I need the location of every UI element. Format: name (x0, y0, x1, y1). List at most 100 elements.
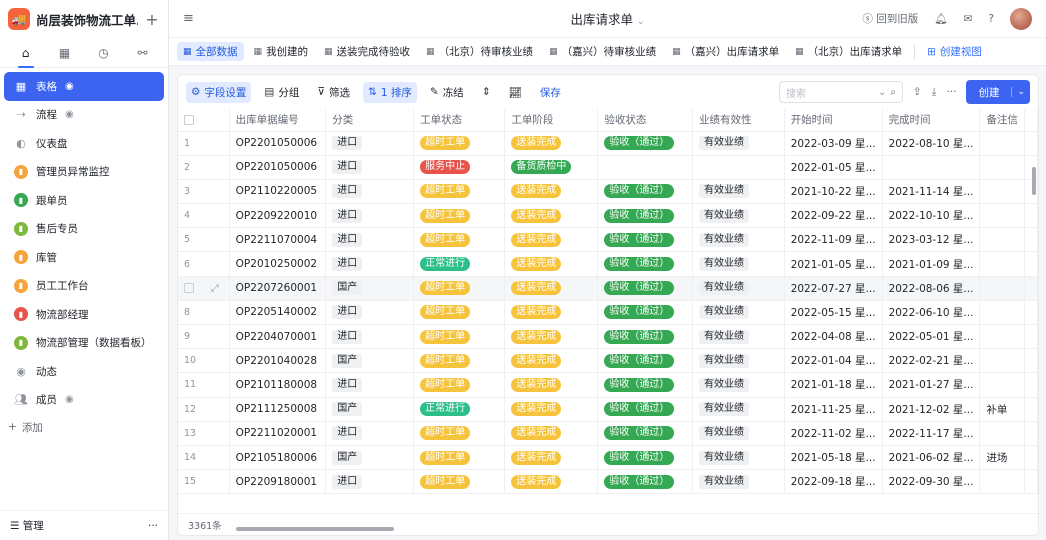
table-row[interactable]: 10 OP2201040028 国产 超时工单 送装完成 验收（通过） 有效业绩 2022-0… (178, 348, 1038, 374)
table-row[interactable]: 5 OP2211070004 进口 超时工单 送装完成 验收（通过） 有效业绩 2022-11… (178, 227, 1038, 253)
acceptance-cell[interactable]: 验收（通过） (597, 348, 693, 374)
table-row[interactable]: 4 OP2209220010 进口 超时工单 送装完成 验收（通过） 有效业绩 2022-09… (178, 203, 1038, 229)
note-cell[interactable] (979, 179, 1025, 205)
status-cell[interactable]: 正常进行 (413, 251, 506, 277)
validity-cell[interactable]: 有效业绩 (692, 469, 785, 495)
manage-button[interactable]: ☰ 管理 (10, 518, 44, 533)
sidebar-item-1[interactable]: ⇢ 流程 ◉ (4, 101, 164, 130)
order-number-cell[interactable]: OP2105180006 (229, 445, 327, 471)
category-cell[interactable]: 进口 (325, 300, 415, 326)
start-time-cell[interactable]: 2022-05-15 星... (784, 300, 883, 326)
download-icon[interactable]: ⤓ (932, 86, 937, 99)
order-number-cell[interactable]: OP2211020001 (229, 421, 327, 446)
acceptance-cell[interactable]: 验收（通过） (597, 276, 693, 301)
order-number-cell[interactable]: OP2201050006 (229, 155, 327, 180)
app-title[interactable]: 尚层装饰物流工单... (36, 10, 138, 29)
note-cell[interactable] (979, 300, 1025, 326)
table-row[interactable]: 15 OP2209180001 进口 超时工单 送装完成 验收（通过） 有效业绩 2022-0… (178, 469, 1038, 495)
checkbox[interactable] (184, 114, 194, 125)
note-cell[interactable] (979, 276, 1025, 301)
validity-cell[interactable]: 有效业绩 (692, 203, 785, 229)
acceptance-cell[interactable] (597, 155, 693, 180)
sidebar-item-8[interactable]: ▮ 物流部经理 (4, 300, 164, 329)
stage-cell[interactable]: 备货质检中 (504, 155, 599, 180)
view-tab-1[interactable]: ▦ 我创建的 (248, 42, 315, 61)
start-time-cell[interactable]: 2022-09-22 星... (784, 203, 883, 229)
status-cell[interactable]: 超时工单 (413, 203, 506, 229)
create-button[interactable]: 创建 ⌄ (966, 80, 1030, 104)
inbox-icon[interactable]: ✉︎ (964, 13, 973, 25)
add-button[interactable]: + 添加 (0, 414, 168, 440)
start-time-cell[interactable]: 2022-01-04 星... (784, 348, 883, 374)
order-number-cell[interactable]: OP2101180008 (229, 372, 327, 398)
table-row[interactable]: 12 OP2111250008 国产 正常进行 送装完成 验收（通过） 有效业绩 2021-1… (178, 397, 1038, 422)
view-tab-6[interactable]: ▦ （北京）出库请求单 (789, 42, 908, 61)
table-row[interactable]: ⤢ OP2207260001 国产 超时工单 送装完成 验收（通过） 有效业绩 2022-07… (178, 276, 1038, 301)
status-cell[interactable]: 超时工单 (413, 421, 506, 446)
validity-cell[interactable]: 有效业绩 (692, 421, 785, 446)
view-tab-0[interactable]: ▦ 全部数据 (177, 42, 244, 61)
column-header[interactable]: 完成时间 (882, 109, 981, 132)
category-cell[interactable]: 进口 (325, 131, 415, 156)
chart-icon[interactable]: 📈︎ (504, 83, 527, 102)
view-tab-4[interactable]: ▦ （嘉兴）待审核业绩 (543, 42, 662, 61)
table-row[interactable]: 9 OP2204070001 进口 超时工单 送装完成 验收（通过） 有效业绩 2022-04… (178, 324, 1038, 350)
end-time-cell[interactable]: 2022-05-01 星... (882, 324, 981, 350)
link-icon[interactable]: ⚯ (128, 41, 158, 65)
column-header[interactable]: 业绩有效性 (692, 109, 785, 132)
field-settings-button[interactable]: ⚙ 字段设置 (186, 81, 252, 103)
end-time-cell[interactable]: 2021-01-09 星... (882, 251, 981, 277)
status-cell[interactable]: 服务中止 (413, 155, 506, 180)
create-view-button[interactable]: ⊞ 创建视图 (921, 42, 988, 61)
end-time-cell[interactable]: 2022-02-21 星... (882, 348, 981, 374)
category-cell[interactable]: 进口 (325, 469, 415, 495)
end-time-cell[interactable]: 2021-06-02 星... (882, 445, 981, 471)
category-cell[interactable]: 国产 (325, 276, 415, 301)
column-header[interactable]: 验收状态 (597, 109, 693, 132)
save-button[interactable]: 保存 (535, 82, 566, 103)
table-row[interactable]: 13 OP2211020001 进口 超时工单 送装完成 验收（通过） 有效业绩 2022-1… (178, 421, 1038, 446)
stage-cell[interactable]: 送装完成 (504, 179, 599, 205)
note-cell[interactable] (979, 324, 1025, 350)
end-time-cell[interactable]: 2021-12-02 星... (882, 397, 981, 422)
order-number-cell[interactable]: OP2209220010 (229, 203, 327, 229)
sidebar-item-2[interactable]: ◐ 仪表盘 (4, 129, 164, 158)
order-number-cell[interactable]: OP2211070004 (229, 227, 327, 253)
column-header[interactable]: 分类 (325, 109, 415, 132)
stage-cell[interactable]: 送装完成 (504, 372, 599, 398)
order-number-cell[interactable]: OP2204070001 (229, 324, 327, 350)
start-time-cell[interactable]: 2021-10-22 星... (784, 179, 883, 205)
view-tab-5[interactable]: ▦ （嘉兴）出库请求单 (666, 42, 785, 61)
status-cell[interactable]: 超时工单 (413, 324, 506, 350)
sidebar-item-5[interactable]: ▮ 售后专员 (4, 215, 164, 244)
end-time-cell[interactable]: 2022-06-10 星... (882, 300, 981, 326)
column-header[interactable]: 备注信 (979, 109, 1025, 132)
start-time-cell[interactable]: 2022-07-27 星... (784, 276, 883, 301)
column-header[interactable]: 开始时间 (784, 109, 883, 132)
end-time-cell[interactable]: 2021-11-14 星... (882, 179, 981, 205)
acceptance-cell[interactable]: 验收（通过） (597, 421, 693, 446)
validity-cell[interactable] (692, 155, 785, 180)
stage-cell[interactable]: 送装完成 (504, 324, 599, 350)
order-number-cell[interactable]: OP2207260001 (229, 276, 327, 301)
category-cell[interactable]: 国产 (325, 397, 415, 422)
validity-cell[interactable]: 有效业绩 (692, 276, 785, 301)
stage-cell[interactable]: 送装完成 (504, 421, 599, 446)
column-header[interactable]: 出库单据编号 (229, 109, 327, 132)
category-cell[interactable]: 进口 (325, 251, 415, 277)
stage-cell[interactable]: 送装完成 (504, 300, 599, 326)
category-cell[interactable]: 进口 (325, 227, 415, 253)
bell-icon[interactable]: 🔔︎ (934, 12, 947, 25)
acceptance-cell[interactable]: 验收（通过） (597, 445, 693, 471)
select-all-checkbox[interactable] (178, 109, 230, 132)
view-tab-3[interactable]: ▦ （北京）待审核业绩 (420, 42, 539, 61)
note-cell[interactable]: 进场 (979, 445, 1025, 471)
status-cell[interactable]: 超时工单 (413, 469, 506, 495)
more-icon[interactable]: ··· (946, 86, 956, 98)
acceptance-cell[interactable]: 验收（通过） (597, 372, 693, 398)
status-cell[interactable]: 超时工单 (413, 372, 506, 398)
filter-button[interactable]: ⊽ 筛选 (312, 82, 355, 103)
sidebar-item-4[interactable]: ▮ 跟单员 (4, 186, 164, 215)
category-cell[interactable]: 进口 (325, 155, 415, 180)
help-icon[interactable]: ? (988, 13, 994, 25)
